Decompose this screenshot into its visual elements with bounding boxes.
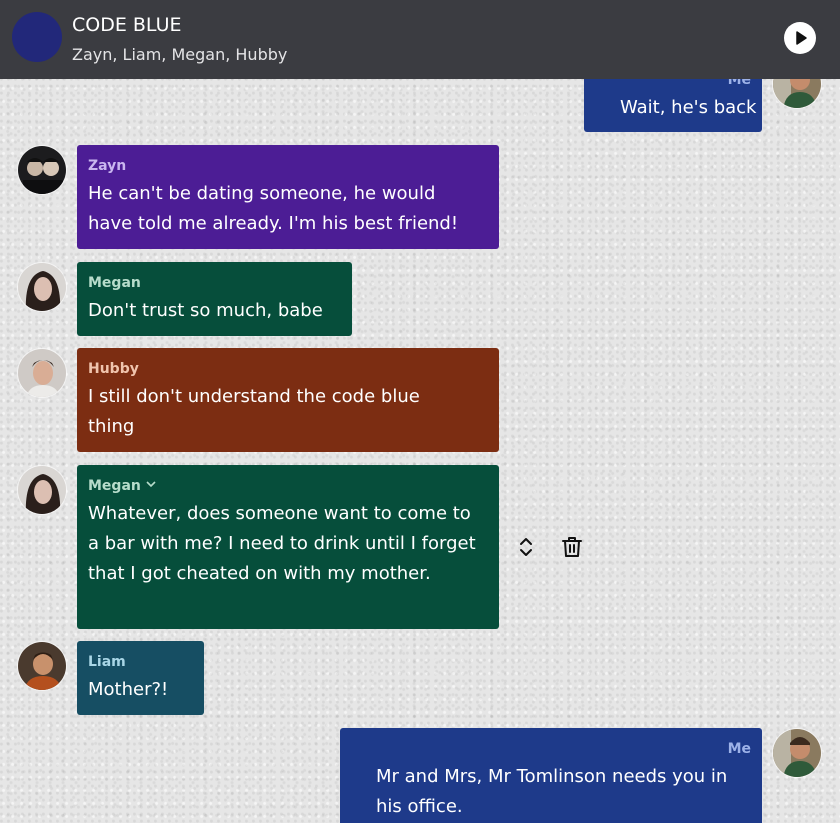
message-bubble-zayn[interactable]: Zayn He can't be dating someone, he woul…: [77, 145, 499, 249]
trash-icon[interactable]: [561, 535, 583, 563]
chat-members-overlay: Zayn, Liam, Megan, Hubby: [72, 45, 288, 64]
message-bubble-megan[interactable]: Megan Whatever, does someone want to com…: [77, 465, 499, 629]
sender-name: Megan: [88, 275, 141, 291]
message-text: Wait, he's back: [620, 97, 757, 118]
group-avatar-overlay[interactable]: [12, 12, 62, 62]
message-text: Mr and Mrs, Mr Tomlinson needs you in hi…: [376, 766, 728, 817]
play-button-overlay[interactable]: [784, 22, 816, 54]
sender-name-row[interactable]: Megan: [88, 478, 157, 494]
sender-name: Zayn: [88, 158, 127, 174]
message-text: Don't trust so much, babe: [88, 300, 323, 321]
avatar-hubby[interactable]: [17, 348, 67, 398]
chevron-down-icon[interactable]: [145, 478, 157, 494]
avatar-me[interactable]: [772, 728, 822, 778]
sender-name: Megan: [88, 478, 141, 494]
message-text: Whatever, does someone want to come to a…: [88, 503, 476, 584]
avatar-liam[interactable]: [17, 641, 67, 691]
message-bubble-hubby[interactable]: Hubby I still don't understand the code …: [77, 348, 499, 452]
sender-name: Hubby: [88, 361, 139, 377]
chevron-up-down-icon[interactable]: [517, 536, 535, 562]
message-text: Mother?!: [88, 679, 169, 700]
sender-name: Liam: [88, 654, 126, 670]
message-text: He can't be dating someone, he would hav…: [88, 183, 459, 234]
avatar-megan[interactable]: [17, 262, 67, 312]
message-bubble-liam[interactable]: Liam Mother?!: [77, 641, 204, 715]
message-bubble-me[interactable]: Me Mr and Mrs, Mr Tomlinson needs you in…: [340, 728, 762, 823]
message-bubble-megan[interactable]: Megan Don't trust so much, babe: [77, 262, 352, 336]
sender-name: Me: [727, 741, 751, 757]
header-overlay: CODE BLUE Zayn, Liam, Megan, Hubby: [0, 0, 840, 79]
avatar-megan[interactable]: [17, 465, 67, 515]
play-circle-icon: [796, 31, 807, 45]
message-text: I still don't understand the code blue t…: [88, 386, 420, 437]
chat-title-overlay: CODE BLUE: [72, 14, 182, 36]
avatar-zayn[interactable]: [17, 145, 67, 195]
